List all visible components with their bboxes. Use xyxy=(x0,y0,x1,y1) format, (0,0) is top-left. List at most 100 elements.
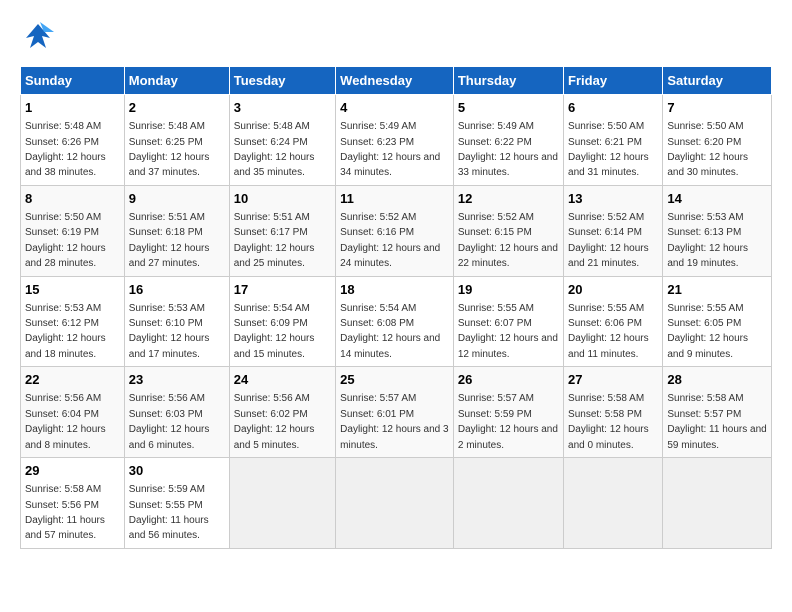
weekday-header-thursday: Thursday xyxy=(453,67,563,95)
day-number: 22 xyxy=(25,371,120,389)
calendar-cell: 9 Sunrise: 5:51 AMSunset: 6:18 PMDayligh… xyxy=(124,185,229,276)
day-info: Sunrise: 5:51 AMSunset: 6:17 PMDaylight:… xyxy=(234,212,315,269)
day-number: 11 xyxy=(340,190,449,208)
day-number: 24 xyxy=(234,371,331,389)
day-number: 19 xyxy=(458,281,559,299)
day-info: Sunrise: 5:52 AMSunset: 6:15 PMDaylight:… xyxy=(458,212,558,269)
day-number: 12 xyxy=(458,190,559,208)
calendar-cell: 10 Sunrise: 5:51 AMSunset: 6:17 PMDaylig… xyxy=(229,185,335,276)
day-number: 5 xyxy=(458,99,559,117)
calendar-cell xyxy=(453,458,563,549)
calendar-cell: 7 Sunrise: 5:50 AMSunset: 6:20 PMDayligh… xyxy=(663,95,772,186)
day-number: 8 xyxy=(25,190,120,208)
calendar-cell: 22 Sunrise: 5:56 AMSunset: 6:04 PMDaylig… xyxy=(21,367,125,458)
weekday-header-sunday: Sunday xyxy=(21,67,125,95)
week-row-4: 22 Sunrise: 5:56 AMSunset: 6:04 PMDaylig… xyxy=(21,367,772,458)
day-number: 30 xyxy=(129,462,225,480)
calendar-cell: 19 Sunrise: 5:55 AMSunset: 6:07 PMDaylig… xyxy=(453,276,563,367)
day-number: 15 xyxy=(25,281,120,299)
logo-icon xyxy=(20,20,56,56)
day-number: 28 xyxy=(667,371,767,389)
day-number: 21 xyxy=(667,281,767,299)
day-info: Sunrise: 5:55 AMSunset: 6:05 PMDaylight:… xyxy=(667,303,748,360)
week-row-5: 29 Sunrise: 5:58 AMSunset: 5:56 PMDaylig… xyxy=(21,458,772,549)
day-number: 20 xyxy=(568,281,658,299)
logo xyxy=(20,20,62,56)
weekday-header-saturday: Saturday xyxy=(663,67,772,95)
day-number: 4 xyxy=(340,99,449,117)
weekday-header-wednesday: Wednesday xyxy=(336,67,454,95)
day-number: 17 xyxy=(234,281,331,299)
day-info: Sunrise: 5:54 AMSunset: 6:09 PMDaylight:… xyxy=(234,303,315,360)
day-number: 25 xyxy=(340,371,449,389)
day-info: Sunrise: 5:55 AMSunset: 6:06 PMDaylight:… xyxy=(568,303,649,360)
calendar-cell: 5 Sunrise: 5:49 AMSunset: 6:22 PMDayligh… xyxy=(453,95,563,186)
calendar-cell: 6 Sunrise: 5:50 AMSunset: 6:21 PMDayligh… xyxy=(564,95,663,186)
week-row-1: 1 Sunrise: 5:48 AMSunset: 6:26 PMDayligh… xyxy=(21,95,772,186)
calendar-table: SundayMondayTuesdayWednesdayThursdayFrid… xyxy=(20,66,772,549)
calendar-cell: 25 Sunrise: 5:57 AMSunset: 6:01 PMDaylig… xyxy=(336,367,454,458)
day-info: Sunrise: 5:50 AMSunset: 6:19 PMDaylight:… xyxy=(25,212,106,269)
day-number: 13 xyxy=(568,190,658,208)
day-info: Sunrise: 5:58 AMSunset: 5:58 PMDaylight:… xyxy=(568,393,649,450)
day-number: 18 xyxy=(340,281,449,299)
calendar-cell: 4 Sunrise: 5:49 AMSunset: 6:23 PMDayligh… xyxy=(336,95,454,186)
calendar-cell: 30 Sunrise: 5:59 AMSunset: 5:55 PMDaylig… xyxy=(124,458,229,549)
day-info: Sunrise: 5:57 AMSunset: 6:01 PMDaylight:… xyxy=(340,393,448,450)
day-info: Sunrise: 5:49 AMSunset: 6:22 PMDaylight:… xyxy=(458,121,558,178)
calendar-cell: 8 Sunrise: 5:50 AMSunset: 6:19 PMDayligh… xyxy=(21,185,125,276)
day-number: 16 xyxy=(129,281,225,299)
day-number: 27 xyxy=(568,371,658,389)
day-info: Sunrise: 5:48 AMSunset: 6:25 PMDaylight:… xyxy=(129,121,210,178)
day-info: Sunrise: 5:48 AMSunset: 6:26 PMDaylight:… xyxy=(25,121,106,178)
calendar-cell xyxy=(336,458,454,549)
calendar-cell xyxy=(663,458,772,549)
week-row-3: 15 Sunrise: 5:53 AMSunset: 6:12 PMDaylig… xyxy=(21,276,772,367)
calendar-cell: 29 Sunrise: 5:58 AMSunset: 5:56 PMDaylig… xyxy=(21,458,125,549)
calendar-cell: 27 Sunrise: 5:58 AMSunset: 5:58 PMDaylig… xyxy=(564,367,663,458)
calendar-cell: 17 Sunrise: 5:54 AMSunset: 6:09 PMDaylig… xyxy=(229,276,335,367)
day-info: Sunrise: 5:58 AMSunset: 5:57 PMDaylight:… xyxy=(667,393,766,450)
day-info: Sunrise: 5:48 AMSunset: 6:24 PMDaylight:… xyxy=(234,121,315,178)
calendar-cell: 26 Sunrise: 5:57 AMSunset: 5:59 PMDaylig… xyxy=(453,367,563,458)
calendar-cell: 24 Sunrise: 5:56 AMSunset: 6:02 PMDaylig… xyxy=(229,367,335,458)
day-number: 7 xyxy=(667,99,767,117)
day-info: Sunrise: 5:52 AMSunset: 6:16 PMDaylight:… xyxy=(340,212,440,269)
calendar-cell: 20 Sunrise: 5:55 AMSunset: 6:06 PMDaylig… xyxy=(564,276,663,367)
day-info: Sunrise: 5:53 AMSunset: 6:10 PMDaylight:… xyxy=(129,303,210,360)
day-info: Sunrise: 5:56 AMSunset: 6:03 PMDaylight:… xyxy=(129,393,210,450)
day-number: 10 xyxy=(234,190,331,208)
day-number: 23 xyxy=(129,371,225,389)
calendar-cell: 11 Sunrise: 5:52 AMSunset: 6:16 PMDaylig… xyxy=(336,185,454,276)
weekday-header-tuesday: Tuesday xyxy=(229,67,335,95)
day-info: Sunrise: 5:51 AMSunset: 6:18 PMDaylight:… xyxy=(129,212,210,269)
day-info: Sunrise: 5:52 AMSunset: 6:14 PMDaylight:… xyxy=(568,212,649,269)
day-info: Sunrise: 5:57 AMSunset: 5:59 PMDaylight:… xyxy=(458,393,558,450)
weekday-header-row: SundayMondayTuesdayWednesdayThursdayFrid… xyxy=(21,67,772,95)
day-info: Sunrise: 5:53 AMSunset: 6:13 PMDaylight:… xyxy=(667,212,748,269)
calendar-cell: 1 Sunrise: 5:48 AMSunset: 6:26 PMDayligh… xyxy=(21,95,125,186)
day-info: Sunrise: 5:58 AMSunset: 5:56 PMDaylight:… xyxy=(25,484,105,541)
calendar-cell: 14 Sunrise: 5:53 AMSunset: 6:13 PMDaylig… xyxy=(663,185,772,276)
calendar-cell xyxy=(564,458,663,549)
day-info: Sunrise: 5:59 AMSunset: 5:55 PMDaylight:… xyxy=(129,484,209,541)
page-header xyxy=(20,20,772,56)
day-number: 2 xyxy=(129,99,225,117)
day-number: 14 xyxy=(667,190,767,208)
day-info: Sunrise: 5:56 AMSunset: 6:04 PMDaylight:… xyxy=(25,393,106,450)
day-number: 9 xyxy=(129,190,225,208)
day-info: Sunrise: 5:55 AMSunset: 6:07 PMDaylight:… xyxy=(458,303,558,360)
day-info: Sunrise: 5:50 AMSunset: 6:21 PMDaylight:… xyxy=(568,121,649,178)
day-info: Sunrise: 5:49 AMSunset: 6:23 PMDaylight:… xyxy=(340,121,440,178)
day-number: 29 xyxy=(25,462,120,480)
calendar-cell: 13 Sunrise: 5:52 AMSunset: 6:14 PMDaylig… xyxy=(564,185,663,276)
calendar-cell xyxy=(229,458,335,549)
day-number: 3 xyxy=(234,99,331,117)
weekday-header-friday: Friday xyxy=(564,67,663,95)
calendar-cell: 12 Sunrise: 5:52 AMSunset: 6:15 PMDaylig… xyxy=(453,185,563,276)
day-info: Sunrise: 5:53 AMSunset: 6:12 PMDaylight:… xyxy=(25,303,106,360)
calendar-cell: 3 Sunrise: 5:48 AMSunset: 6:24 PMDayligh… xyxy=(229,95,335,186)
day-info: Sunrise: 5:54 AMSunset: 6:08 PMDaylight:… xyxy=(340,303,440,360)
calendar-cell: 18 Sunrise: 5:54 AMSunset: 6:08 PMDaylig… xyxy=(336,276,454,367)
day-number: 26 xyxy=(458,371,559,389)
